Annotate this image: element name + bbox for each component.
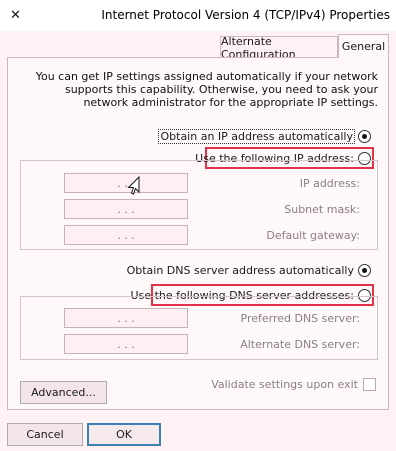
default-gateway-field[interactable]: . . . — [64, 225, 188, 245]
obtain-ip-auto-option[interactable]: Obtain an IP address automatically — [158, 128, 371, 144]
validate-settings-label: Validate settings upon exit — [211, 377, 358, 391]
alternate-dns-field[interactable]: . . . — [64, 334, 188, 354]
default-gateway-value: . . . — [117, 228, 135, 242]
tab-label: General — [341, 40, 386, 53]
subnet-mask-label: Subnet mask: — [284, 203, 360, 216]
window-title: Internet Protocol Version 4 (TCP/IPv4) P… — [101, 8, 390, 22]
tab-general[interactable]: General — [338, 34, 389, 58]
advanced-button[interactable]: Advanced... — [20, 381, 107, 404]
default-gateway-label: Default gateway: — [266, 229, 360, 242]
obtain-dns-auto-label: Obtain DNS server address automatically — [126, 263, 354, 277]
ok-button[interactable]: OK — [87, 423, 161, 446]
validate-settings-checkbox[interactable] — [363, 377, 376, 391]
preferred-dns-value: . . . — [117, 311, 135, 325]
obtain-dns-auto-option[interactable]: Obtain DNS server address automatically — [127, 262, 371, 278]
title-bar: ✕ Internet Protocol Version 4 (TCP/IPv4)… — [0, 0, 396, 31]
cancel-button[interactable]: Cancel — [7, 423, 83, 446]
ip-address-label: IP address: — [299, 177, 360, 190]
obtain-dns-auto-radio[interactable] — [358, 263, 371, 277]
advanced-button-label: Advanced... — [31, 386, 96, 399]
obtain-ip-auto-radio[interactable] — [358, 129, 371, 143]
close-button[interactable]: ✕ — [0, 0, 31, 31]
close-icon: ✕ — [10, 8, 21, 23]
ok-button-label: OK — [116, 428, 132, 441]
validate-settings-option[interactable]: Validate settings upon exit — [211, 377, 376, 391]
preferred-dns-label: Preferred DNS server: — [240, 312, 361, 325]
alternate-dns-value: . . . — [117, 337, 135, 351]
alternate-dns-label: Alternate DNS server: — [240, 338, 360, 351]
intro-text: You can get IP settings assigned automat… — [35, 70, 378, 109]
tab-alternate-configuration[interactable]: Alternate Configuration — [220, 35, 338, 61]
mouse-cursor-icon — [127, 176, 140, 195]
obtain-ip-auto-label: Obtain an IP address automatically — [158, 128, 355, 144]
cancel-button-label: Cancel — [26, 428, 64, 441]
subnet-mask-field[interactable]: . . . — [64, 199, 188, 219]
preferred-dns-field[interactable]: . . . — [64, 308, 188, 328]
subnet-mask-value: . . . — [117, 202, 135, 216]
